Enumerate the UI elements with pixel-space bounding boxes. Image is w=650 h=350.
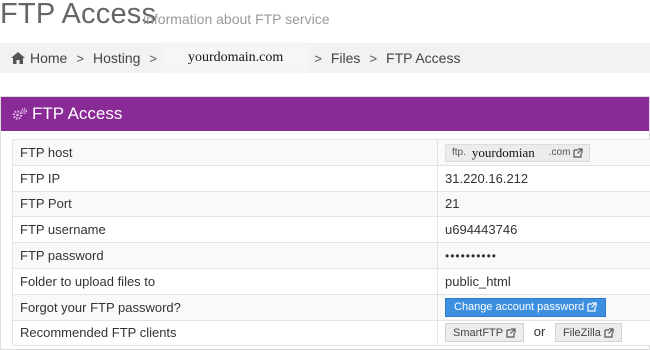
smartftp-button[interactable]: SmartFTP <box>445 323 525 343</box>
row-label: FTP IP <box>12 164 438 192</box>
row-value: ftp. yourdomian .com <box>437 139 650 166</box>
breadcrumb-home-label: Home <box>30 50 68 66</box>
breadcrumb-separator: > <box>314 50 322 66</box>
ftp-password-value: •••••••••• <box>437 242 650 269</box>
cogs-icon <box>12 107 28 120</box>
row-label: FTP host <box>12 139 438 166</box>
row-value: Change account password <box>437 293 650 321</box>
filezilla-label: FileZilla <box>562 326 601 339</box>
table-row: Forgot your FTP password? Change account… <box>12 293 650 321</box>
table-row: FTP IP 31.220.16.212 <box>12 164 650 192</box>
ftp-host-prefix: ftp. <box>452 147 466 159</box>
ftp-access-panel: FTP Access FTP host ftp. yourdomian .com <box>0 96 650 350</box>
home-icon <box>11 52 25 64</box>
breadcrumb: Home > Hosting > yourdomain.com > Files … <box>0 43 650 73</box>
breadcrumb-separator: > <box>369 50 378 66</box>
external-link-icon <box>573 148 584 158</box>
panel-title: FTP Access <box>32 104 123 123</box>
table-row: Folder to upload files to public_html <box>12 267 650 295</box>
external-link-icon <box>587 302 597 312</box>
smartftp-label: SmartFTP <box>453 326 504 339</box>
panel-body: FTP host ftp. yourdomian .com FTP IP 31.… <box>1 131 650 347</box>
row-value: SmartFTP or FileZilla <box>437 319 650 347</box>
upload-folder-value: public_html <box>437 267 650 295</box>
ftp-port-value: 21 <box>437 190 650 218</box>
table-row: FTP host ftp. yourdomian .com <box>12 139 650 166</box>
breadcrumb-files[interactable]: Files <box>331 50 361 66</box>
breadcrumb-domain[interactable]: yourdomain.com <box>166 48 306 68</box>
ftp-host-domain: yourdomian <box>471 144 535 160</box>
external-link-icon <box>506 328 516 338</box>
page-header: FTP Access information about FTP service <box>0 0 650 36</box>
panel-header: FTP Access <box>1 97 649 131</box>
ftp-host-link[interactable]: ftp. yourdomian .com <box>445 143 591 162</box>
filezilla-button[interactable]: FileZilla <box>554 323 622 343</box>
ftp-info-table: FTP host ftp. yourdomian .com FTP IP 31.… <box>12 139 650 347</box>
breadcrumb-ftp-access: FTP Access <box>386 50 461 66</box>
table-row: Recommended FTP clients SmartFTP or File… <box>12 319 650 347</box>
ftp-host-suffix: .com <box>548 147 571 159</box>
breadcrumb-separator: > <box>76 50 84 66</box>
breadcrumb-home[interactable]: Home <box>11 50 67 66</box>
or-text: or <box>533 323 546 339</box>
row-label: Forgot your FTP password? <box>12 293 438 321</box>
ftp-ip-value: 31.220.16.212 <box>437 164 650 192</box>
row-label: FTP username <box>12 216 438 244</box>
page-subtitle: information about FTP service <box>143 11 330 27</box>
breadcrumb-hosting[interactable]: Hosting <box>93 50 140 66</box>
row-label: Folder to upload files to <box>12 267 438 295</box>
table-row: FTP password •••••••••• <box>12 242 650 269</box>
table-row: FTP username u694443746 <box>12 216 650 244</box>
change-password-button[interactable]: Change account password <box>445 297 607 317</box>
table-row: FTP Port 21 <box>12 190 650 218</box>
ftp-username-value: u694443746 <box>437 216 650 244</box>
external-link-icon <box>604 328 614 338</box>
row-label: FTP Port <box>12 190 438 218</box>
page-title: FTP Access <box>0 0 157 30</box>
row-label: Recommended FTP clients <box>12 319 438 347</box>
row-label: FTP password <box>12 242 438 269</box>
breadcrumb-separator: > <box>149 50 158 66</box>
change-password-label: Change account password <box>454 301 585 314</box>
